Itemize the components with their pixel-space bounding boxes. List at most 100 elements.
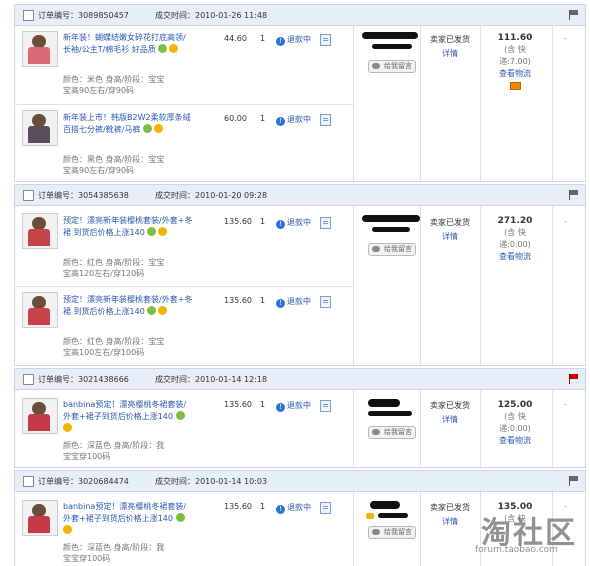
medal-icon: [169, 44, 179, 53]
order-header: 订单编号：3089850457 成交时间：2010-01-26 11:48: [15, 5, 585, 26]
medal-icon: [63, 423, 72, 432]
view-logistics-link[interactable]: 查看物流: [485, 435, 545, 447]
product-attributes: 颜色：红色 身高/阶段：宝宝 宝高120左右/穿120码: [63, 258, 165, 278]
order-item: 预定！漂亮新年装樱桃套装/外套+冬裙 到货后价格上涨140 颜色：红色 身高/阶…: [15, 206, 353, 285]
snapshot-icon[interactable]: [320, 114, 331, 126]
redacted-name: [372, 44, 412, 49]
buyer-cell: 给我留言: [360, 206, 420, 266]
snapshot-icon[interactable]: [320, 502, 331, 514]
product-title[interactable]: 新年装！蝴蝶结嫩女碎花打底高领/长袖/公主T/棉毛衫 好品质: [63, 32, 193, 56]
view-logistics-link[interactable]: 查看物流: [485, 68, 545, 80]
watermark: 淘社区 forum.taobao.com: [473, 508, 585, 560]
dash: -: [564, 34, 567, 43]
item-quantity: 1: [260, 34, 266, 43]
redacted-name: [362, 215, 420, 222]
product-thumbnail[interactable]: [22, 213, 58, 249]
medal-icon: [158, 227, 168, 236]
product-thumbnail[interactable]: [22, 398, 58, 434]
red-flag-icon[interactable]: [569, 374, 579, 384]
message-bubble-icon[interactable]: [366, 513, 374, 519]
order-total: 125.00 (含 快 递:0.00) 查看物流: [485, 399, 545, 447]
item-quantity: 1: [260, 502, 266, 511]
ship-status: 卖家已发货 详情: [420, 400, 480, 425]
order-time: 成交时间：2010-01-14 12:18: [155, 375, 268, 384]
info-icon: !: [276, 505, 285, 514]
detail-link[interactable]: 详情: [420, 414, 480, 425]
ship-status: 卖家已发货 详情: [420, 502, 480, 527]
redacted-name: [370, 501, 400, 509]
order-checkbox[interactable]: [23, 190, 34, 201]
dash: -: [564, 217, 567, 226]
product-attributes: 颜色：深蓝色 身高/阶段：我 宝宝穿100码: [63, 543, 165, 563]
detail-link[interactable]: 详情: [420, 48, 480, 59]
order-item: 新年装上市！韩版B2W2柔软厚条绒百搭七分裤/靴裤/马裤 颜色：黑色 身高/阶段…: [15, 104, 353, 181]
promo-icon: [147, 306, 157, 315]
refund-status-link[interactable]: ! 退款中: [276, 34, 311, 46]
product-title[interactable]: 预定！漂亮新年装樱桃套装/外套+冬裙 到货后价格上涨140: [63, 294, 193, 318]
detail-link[interactable]: 详情: [420, 516, 480, 527]
item-price: 135.60: [224, 217, 252, 226]
order-item: banbina预定！漂亮樱桃冬裙套装/外套+裙子到货后价格上涨140 颜色：深蓝…: [15, 390, 353, 467]
product-thumbnail[interactable]: [22, 31, 58, 67]
detail-link[interactable]: 详情: [420, 231, 480, 242]
snapshot-icon[interactable]: [320, 400, 331, 412]
order-item: 预定！漂亮新年装樱桃套装/外套+冬裙 到货后价格上涨140 颜色：红色 身高/阶…: [15, 286, 353, 365]
product-thumbnail[interactable]: [22, 292, 58, 328]
product-attributes: 颜色：红色 身高/阶段：宝宝 宝高100左右/穿100码: [63, 337, 165, 357]
flag-icon[interactable]: [569, 190, 579, 200]
order-item: banbina预定！漂亮樱桃冬裙套装/外套+裙子到货后价格上涨140 颜色：深蓝…: [15, 492, 353, 566]
order-number: 订单编号：3021438666: [38, 375, 129, 384]
leave-message-button[interactable]: 给我留言: [368, 60, 416, 73]
refund-status-link[interactable]: ! 退款中: [276, 114, 311, 126]
order-checkbox[interactable]: [23, 374, 34, 385]
flag-icon[interactable]: [569, 10, 579, 20]
refund-status-link[interactable]: ! 退款中: [276, 296, 311, 308]
promo-icon: [158, 44, 168, 53]
watermark-url: forum.taobao.com: [475, 545, 558, 555]
message-icon[interactable]: [509, 82, 521, 90]
promo-icon: [147, 227, 157, 236]
refund-status-link[interactable]: ! 退款中: [276, 502, 311, 514]
refund-status-link[interactable]: ! 退款中: [276, 400, 311, 412]
order-number: 订单编号：3054385638: [38, 191, 129, 200]
order-time: 成交时间：2010-01-26 11:48: [155, 11, 268, 20]
product-title[interactable]: 新年装上市！韩版B2W2柔软厚条绒百搭七分裤/靴裤/马裤: [63, 112, 193, 136]
item-quantity: 1: [260, 296, 266, 305]
product-thumbnail[interactable]: [22, 500, 58, 536]
promo-icon: [175, 513, 185, 522]
order-body: 预定！漂亮新年装樱桃套装/外套+冬裙 到货后价格上涨140 颜色：红色 身高/阶…: [15, 206, 585, 365]
order-card: 订单编号：3021438666 成交时间：2010-01-14 12:18 ba…: [14, 368, 586, 468]
order-header: 订单编号：3054385638 成交时间：2010-01-20 09:28: [15, 185, 585, 206]
order-total: 111.60 (含 快 递:7.00) 查看物流: [485, 32, 545, 94]
leave-message-button[interactable]: 给我留言: [368, 526, 416, 539]
snapshot-icon[interactable]: [320, 34, 331, 46]
info-icon: !: [276, 37, 285, 46]
view-logistics-link[interactable]: 查看物流: [485, 251, 545, 263]
product-title[interactable]: 预定！漂亮新年装樱桃套装/外套+冬裙 到货后价格上涨140: [63, 215, 193, 239]
info-icon: !: [276, 117, 285, 126]
product-title[interactable]: banbina预定！漂亮樱桃冬裙套装/外套+裙子到货后价格上涨140: [63, 399, 193, 435]
order-checkbox[interactable]: [23, 476, 34, 487]
product-thumbnail[interactable]: [22, 110, 58, 146]
snapshot-icon[interactable]: [320, 217, 331, 229]
info-icon: !: [276, 403, 285, 412]
product-attributes: 颜色：米色 身高/阶段：宝宝 宝高90左右/穿90码: [63, 75, 165, 95]
flag-icon[interactable]: [569, 476, 579, 486]
item-quantity: 1: [260, 114, 266, 123]
order-time: 成交时间：2010-01-20 09:28: [155, 191, 268, 200]
order-checkbox[interactable]: [23, 10, 34, 21]
item-price: 135.60: [224, 502, 252, 511]
buyer-cell: 给我留言: [360, 492, 420, 552]
buyer-cell: 给我留言: [360, 390, 420, 450]
order-card: 订单编号：3054385638 成交时间：2010-01-20 09:28 预定…: [14, 184, 586, 366]
item-price: 44.60: [224, 34, 247, 43]
product-title[interactable]: banbina预定！漂亮樱桃冬裙套装/外套+裙子到货后价格上涨140: [63, 501, 193, 537]
refund-status-link[interactable]: ! 退款中: [276, 217, 311, 229]
redacted-name: [368, 399, 400, 407]
buyer-cell: 给我留言: [360, 26, 420, 86]
snapshot-icon[interactable]: [320, 296, 331, 308]
leave-message-button[interactable]: 给我留言: [368, 426, 416, 439]
promo-icon: [175, 411, 185, 420]
leave-message-button[interactable]: 给我留言: [368, 243, 416, 256]
info-icon: !: [276, 220, 285, 229]
